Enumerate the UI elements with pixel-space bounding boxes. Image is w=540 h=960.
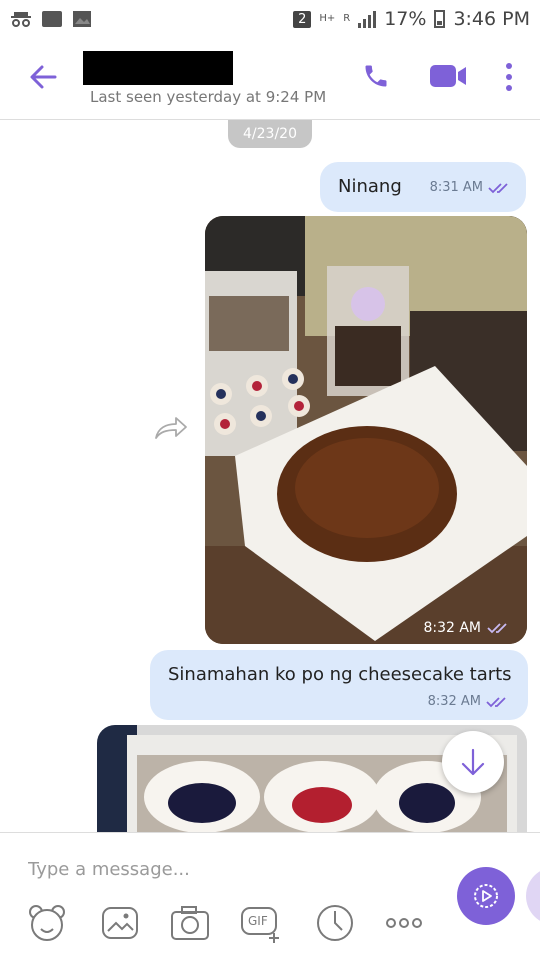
- signal-icon: [358, 10, 377, 28]
- incognito-icon: [11, 12, 31, 27]
- message-time: 8:32 AM: [423, 620, 481, 636]
- read-ticks-icon: [487, 623, 507, 634]
- message-text: Ninang: [338, 176, 402, 197]
- camera-icon[interactable]: [170, 903, 210, 943]
- battery-icon: [434, 10, 446, 28]
- gif-button[interactable]: GIF: [240, 903, 284, 943]
- notification-badge: 2: [293, 10, 312, 28]
- battery-percent: 17%: [384, 8, 427, 30]
- contact-name-redacted[interactable]: [83, 51, 233, 85]
- voice-message-button[interactable]: [457, 867, 515, 925]
- more-horizontal-icon[interactable]: [385, 903, 423, 943]
- message-meta: 8:32 AM: [428, 694, 510, 709]
- read-ticks-icon: [486, 696, 506, 707]
- message-text: Sinamahan ko po ng cheesecake tarts: [168, 664, 512, 685]
- message-time: 8:31 AM: [429, 180, 483, 195]
- play-circle-icon: [474, 884, 498, 908]
- last-seen-status: Last seen yesterday at 9:24 PM: [90, 88, 327, 106]
- gif-label: GIF: [248, 914, 268, 928]
- roaming-indicator: R: [343, 13, 351, 24]
- arrow-down-icon: [461, 748, 485, 776]
- video-icon[interactable]: [428, 62, 468, 90]
- network-type: H+: [319, 13, 336, 24]
- message-time: 8:32 AM: [427, 694, 481, 709]
- read-ticks-icon: [488, 182, 508, 193]
- back-arrow-icon[interactable]: [28, 62, 58, 92]
- composer: GIF: [0, 832, 540, 960]
- folder-icon: [42, 11, 62, 27]
- forward-icon[interactable]: [154, 416, 188, 440]
- more-vertical-icon[interactable]: [502, 62, 516, 92]
- message-input[interactable]: [28, 855, 428, 883]
- scroll-to-bottom-button[interactable]: [442, 731, 504, 793]
- date-separator: 4/23/20: [228, 120, 312, 148]
- next-button-edge[interactable]: [526, 867, 540, 925]
- phone-icon[interactable]: [362, 62, 390, 90]
- chat-header: Last seen yesterday at 9:24 PM: [0, 38, 540, 120]
- message-meta: 8:32 AM: [423, 620, 511, 636]
- cake-photo: [205, 216, 527, 644]
- message-meta: 8:31 AM: [430, 180, 512, 195]
- outgoing-message[interactable]: Sinamahan ko po ng cheesecake tarts 8:32…: [150, 650, 528, 720]
- outgoing-message[interactable]: Ninang 8:31 AM: [320, 162, 526, 212]
- message-list[interactable]: 4/23/20 Ninang 8:31 AM 8:32 AM Sinamahan…: [0, 120, 540, 832]
- image-message[interactable]: 8:32 AM: [205, 216, 527, 644]
- clock: 3:46 PM: [453, 8, 530, 30]
- status-bar: 2 H+ R 17% 3:46 PM: [0, 0, 540, 38]
- gallery-icon[interactable]: [100, 903, 140, 943]
- sticker-icon[interactable]: [27, 903, 67, 943]
- timer-icon[interactable]: [315, 903, 355, 943]
- image-icon: [73, 11, 91, 27]
